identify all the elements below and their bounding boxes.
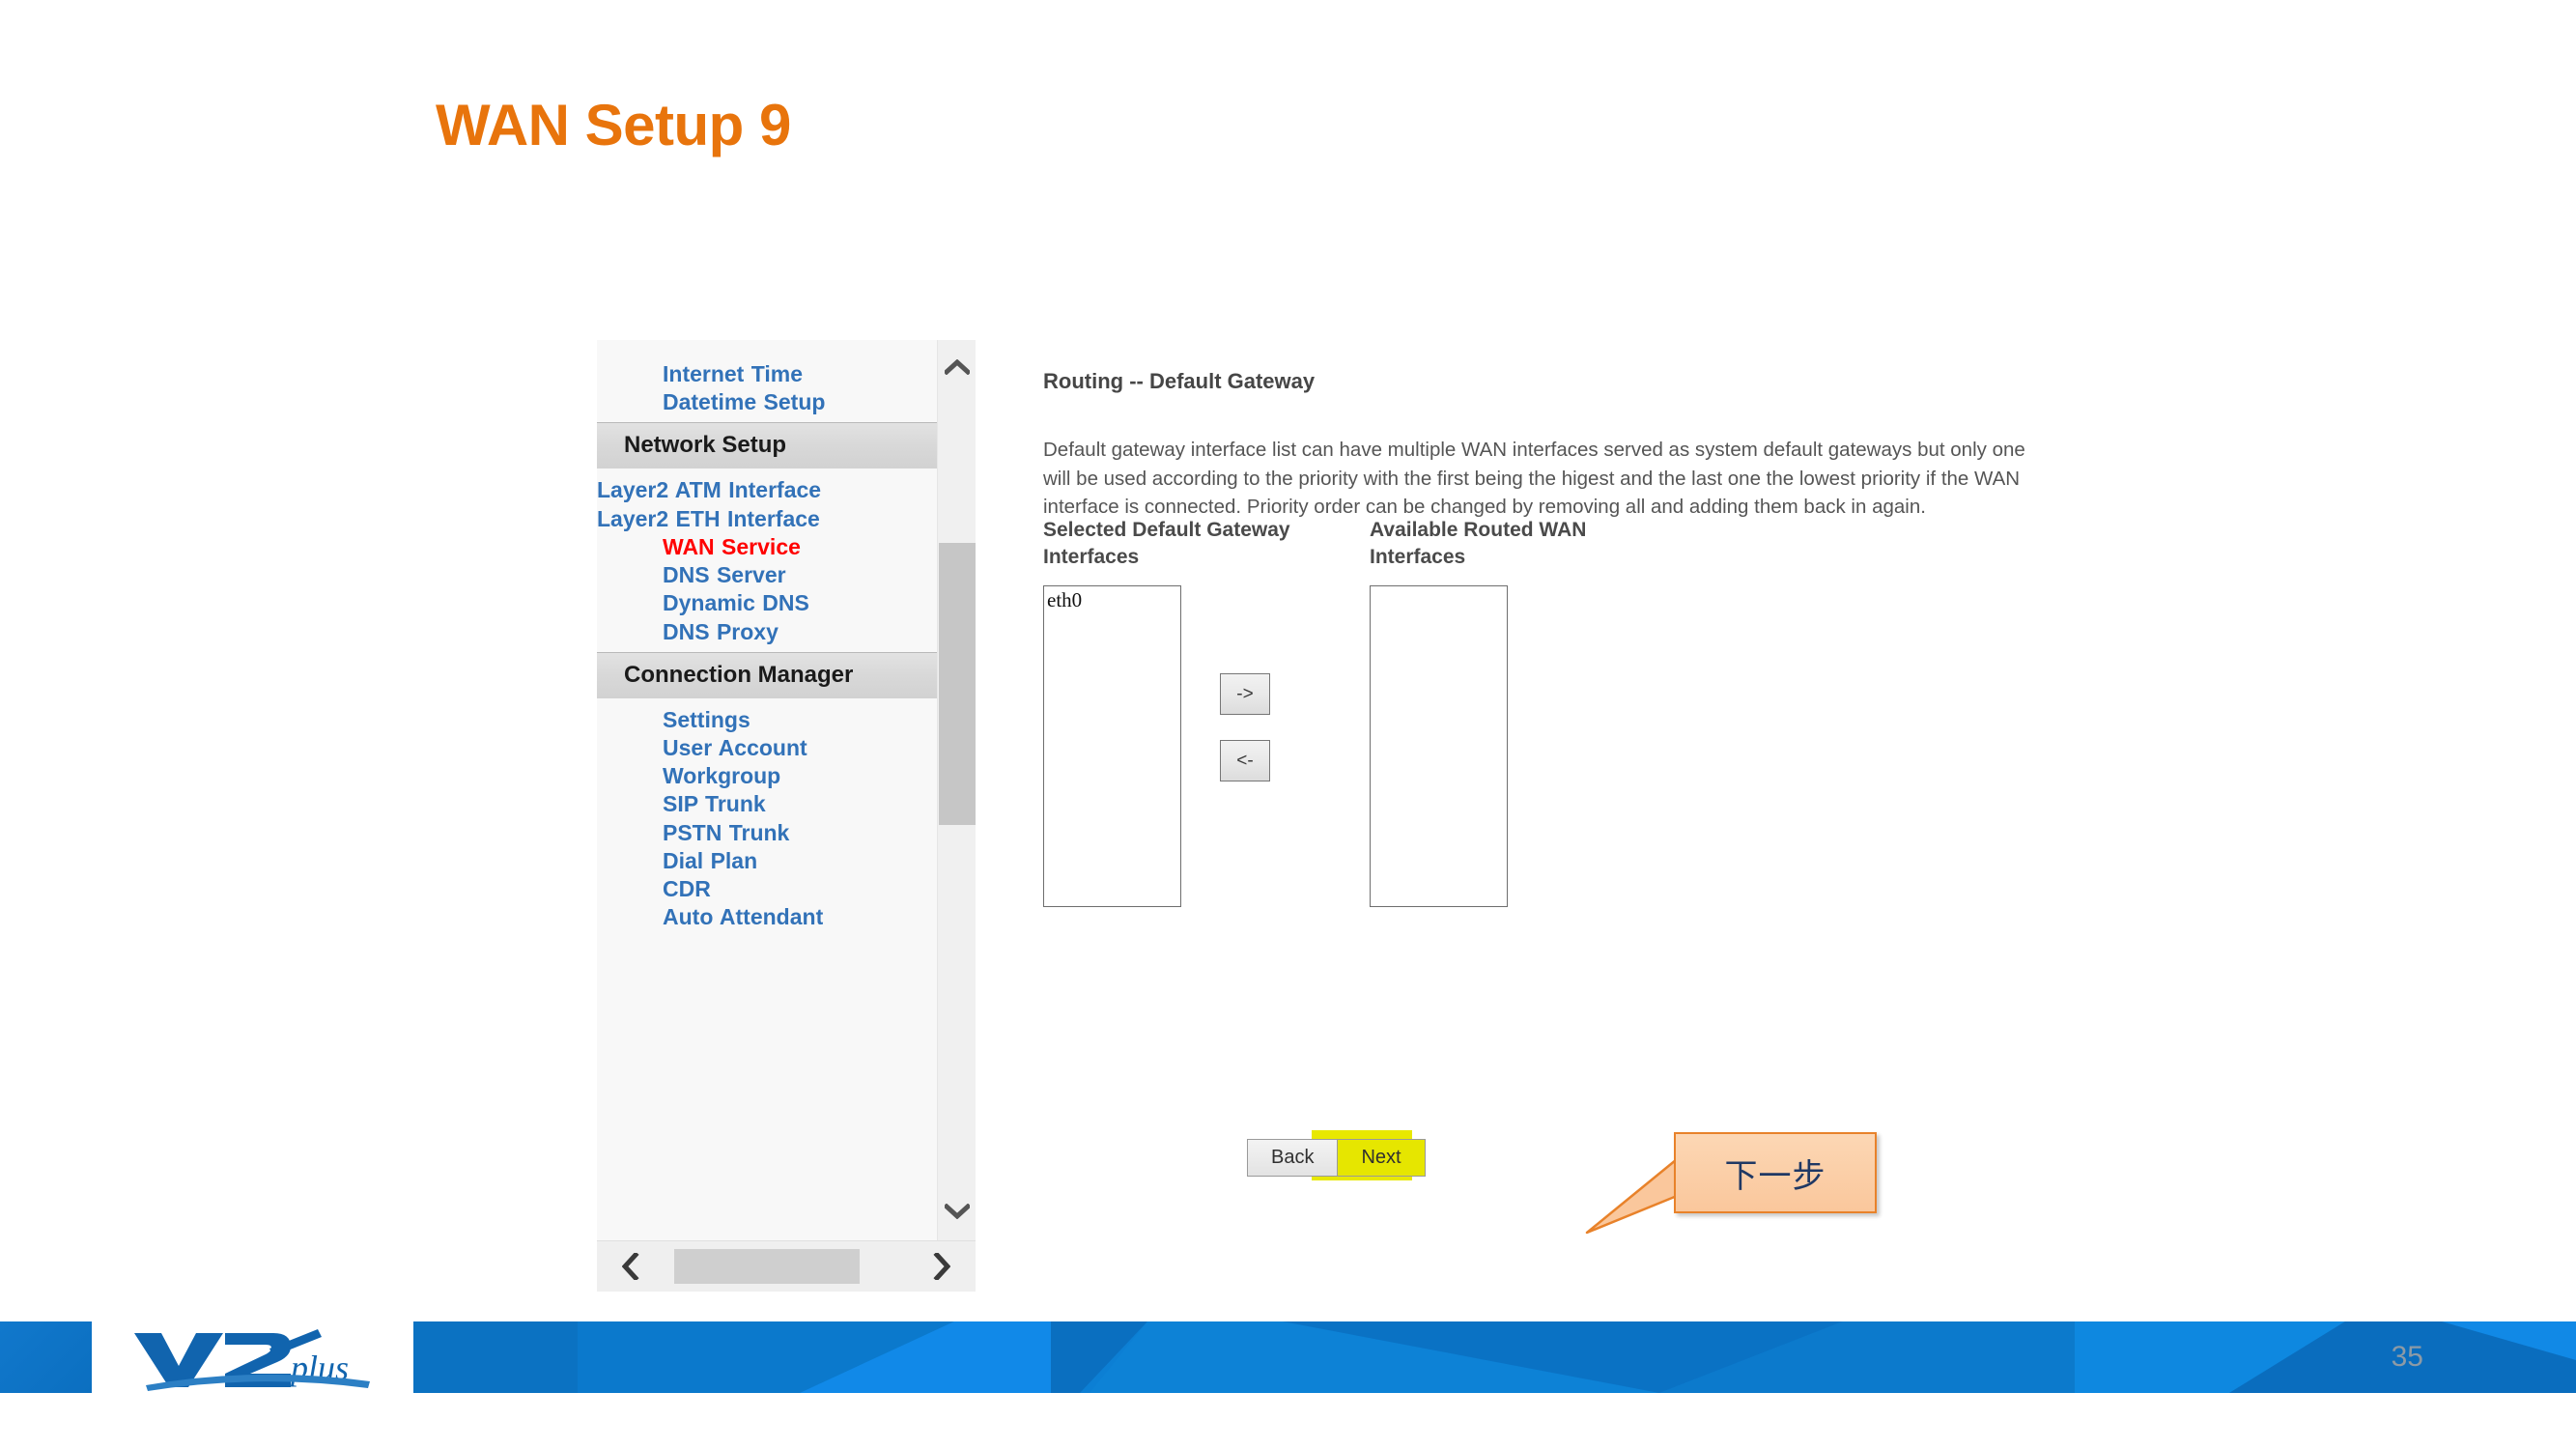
sidebar-link-label[interactable]: Internet Time xyxy=(597,361,937,386)
footer-banner-graphic xyxy=(413,1321,2576,1393)
selected-gateway-label: Selected Default Gateway Interfaces xyxy=(1043,519,1290,569)
sidebar-item-dns-server[interactable]: DNS Server xyxy=(597,561,937,589)
page-number: 35 xyxy=(2391,1341,2423,1373)
sidebar-item-internet-time[interactable]: Internet Time xyxy=(597,360,937,388)
sidebar-link-label[interactable]: Layer2 ATM Interface xyxy=(597,477,937,502)
sidebar-link-label[interactable]: Dynamic DNS xyxy=(597,590,937,615)
v2plus-logo: plus xyxy=(134,1329,370,1391)
sidebar-link-label[interactable]: SIP Trunk xyxy=(597,791,937,816)
sidebar-item-datetime-setup[interactable]: Datetime Setup xyxy=(597,388,937,416)
sidebar-item-dynamic-dns[interactable]: Dynamic DNS xyxy=(597,589,937,617)
sidebar-item-wan-service[interactable]: WAN Service xyxy=(597,533,937,561)
sidebar-link-label[interactable]: CDR xyxy=(597,876,937,901)
sidebar-scroll-area: Internet Time Datetime Setup Network Set… xyxy=(597,340,937,1240)
sidebar-link-label[interactable]: DNS Server xyxy=(597,562,937,587)
scrollbar-thumb-horizontal[interactable] xyxy=(674,1249,860,1284)
sidebar-horizontal-scrollbar[interactable] xyxy=(597,1240,976,1292)
main-content-panel: Routing -- Default Gateway Default gatew… xyxy=(976,340,2075,1292)
sidebar-link-label[interactable]: WAN Service xyxy=(597,534,937,559)
sidebar-vertical-scrollbar[interactable] xyxy=(937,340,976,1240)
chevron-up-icon[interactable] xyxy=(944,359,970,375)
sidebar-link-label[interactable]: Dial Plan xyxy=(597,848,937,873)
section-heading: Routing -- Default Gateway xyxy=(1043,369,1316,393)
next-button[interactable]: Next xyxy=(1338,1140,1425,1176)
move-left-button[interactable]: <- xyxy=(1220,740,1270,781)
chevron-down-icon[interactable] xyxy=(944,1204,970,1219)
sidebar-link-label[interactable]: DNS Proxy xyxy=(597,619,937,644)
sidebar-item-settings[interactable]: Settings xyxy=(597,706,937,734)
sidebar-item-workgroup[interactable]: Workgroup xyxy=(597,762,937,790)
annotation-callout: 下一步 xyxy=(1585,1132,1877,1235)
available-wan-listbox[interactable] xyxy=(1370,585,1508,907)
list-item[interactable]: eth0 xyxy=(1044,586,1180,611)
sidebar-link-label[interactable]: Auto Attendant xyxy=(597,904,937,929)
scrollbar-thumb-vertical[interactable] xyxy=(939,543,976,825)
wizard-navigation-buttons: Back Next xyxy=(1247,1139,1426,1177)
sidebar-item-user-account[interactable]: User Account xyxy=(597,734,937,762)
section-description: Default gateway interface list can have … xyxy=(1043,439,2025,519)
sidebar-item-pstn-trunk[interactable]: PSTN Trunk xyxy=(597,819,937,847)
move-right-button[interactable]: -> xyxy=(1220,673,1270,715)
sidebar-link-label[interactable]: Workgroup xyxy=(597,763,937,788)
sidebar-link-label[interactable]: Settings xyxy=(597,707,937,732)
chevron-right-icon[interactable] xyxy=(933,1253,950,1280)
page-title: WAN Setup 9 xyxy=(436,93,791,157)
sidebar-group-header-connection-manager: Connection Manager xyxy=(597,651,937,698)
callout-text: 下一步 xyxy=(1724,1156,1826,1196)
slide-footer: plus 35 xyxy=(0,1321,2576,1416)
sidebar-item-cdr[interactable]: CDR xyxy=(597,875,937,903)
sidebar-item-dial-plan[interactable]: Dial Plan xyxy=(597,847,937,875)
back-button[interactable]: Back xyxy=(1248,1140,1339,1176)
available-wan-label: Available Routed WAN Interfaces xyxy=(1370,519,1587,569)
sidebar-link-label[interactable]: Datetime Setup xyxy=(597,389,937,414)
sidebar-item-layer2-atm-interface[interactable]: Layer2 ATM Interface xyxy=(597,476,937,504)
sidebar-link-label[interactable]: User Account xyxy=(597,735,937,760)
sidebar-navigation: Internet Time Datetime Setup Network Set… xyxy=(597,340,976,1292)
chevron-left-icon[interactable] xyxy=(622,1253,639,1280)
callout-pointer-tail xyxy=(1585,1153,1684,1235)
sidebar-link-label[interactable]: Layer2 ETH Interface xyxy=(597,506,937,531)
sidebar-group-header-network-setup: Network Setup xyxy=(597,422,937,469)
sidebar-item-sip-trunk[interactable]: SIP Trunk xyxy=(597,790,937,818)
sidebar-item-layer2-eth-interface[interactable]: Layer2 ETH Interface xyxy=(597,505,937,533)
sidebar-item-auto-attendant[interactable]: Auto Attendant xyxy=(597,903,937,931)
sidebar-link-label[interactable]: PSTN Trunk xyxy=(597,820,937,845)
sidebar-item-dns-proxy[interactable]: DNS Proxy xyxy=(597,618,937,646)
footer-accent-block xyxy=(0,1321,92,1393)
selected-gateway-listbox[interactable]: eth0 xyxy=(1043,585,1181,907)
